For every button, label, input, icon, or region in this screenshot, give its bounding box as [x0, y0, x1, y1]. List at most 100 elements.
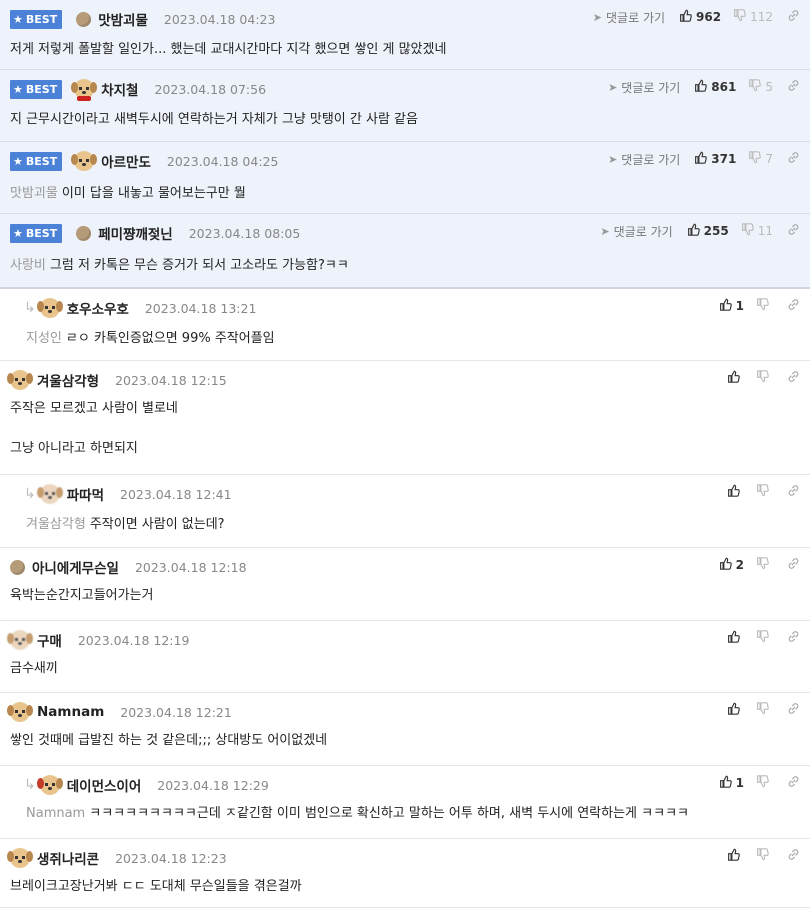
- reply-target[interactable]: 맛밤괴물: [10, 186, 58, 201]
- link-icon[interactable]: [787, 557, 800, 574]
- comment-body: 쌓인 것때메 급발진 하는 것 같은데;;; 상대방도 어이없겠네: [10, 731, 327, 751]
- comment-text: 육박는순간지고들어가는거: [10, 588, 154, 603]
- comment-body: Namnam ㅋㅋㅋㅋㅋㅋㅋㅋㅋ근데 ㅈ같긴함 이미 범인으로 확신하고 말하는 …: [26, 804, 689, 824]
- like-button[interactable]: 861: [694, 79, 736, 96]
- like-button[interactable]: 1: [719, 298, 744, 315]
- like-button[interactable]: 255: [687, 223, 729, 240]
- comment: Namnam 2023.04.18 12:21 쌓인 것때메 급발진 하는 것 같은…: [0, 693, 810, 766]
- dislike-button[interactable]: [756, 556, 773, 574]
- author-name[interactable]: 생쥐나리콘: [37, 848, 99, 868]
- like-button[interactable]: [727, 848, 744, 865]
- comment-header: ★ BEST 맛밤괴물 2023.04.18 04:23: [0, 0, 275, 38]
- like-button[interactable]: [727, 370, 744, 387]
- reply-target[interactable]: 사랑비: [10, 258, 46, 273]
- goto-comment-link[interactable]: ➤ 댓글로 가기: [600, 223, 672, 240]
- goto-comment-link[interactable]: ➤ 댓글로 가기: [593, 9, 665, 26]
- dislike-button[interactable]: [756, 369, 773, 387]
- link-icon[interactable]: [787, 151, 800, 168]
- star-icon: ★: [13, 82, 23, 96]
- avatar[interactable]: [76, 11, 92, 27]
- comment-text: 브레이크고장난거봐 ㄷㄷ 도대체 무슨일들을 겪은걸까: [10, 879, 302, 894]
- comment: 생쥐나리콘 2023.04.18 12:23 브레이크고장난거봐 ㄷㄷ 도대체 무슨…: [0, 839, 810, 908]
- dislike-button[interactable]: 112: [733, 8, 773, 26]
- dislike-button[interactable]: [756, 297, 773, 315]
- avatar[interactable]: [36, 484, 63, 504]
- author-name[interactable]: 파따먹: [67, 484, 104, 504]
- link-icon[interactable]: [787, 630, 800, 647]
- like-button[interactable]: [727, 630, 744, 647]
- link-icon[interactable]: [787, 223, 800, 240]
- thumbs-up-icon: [719, 557, 732, 574]
- comment-body: 지 근무시간이라고 새벽두시에 연락하는거 자체가 그냥 맛탱이 간 사람 같음: [10, 110, 418, 130]
- link-icon[interactable]: [787, 702, 800, 719]
- avatar[interactable]: [10, 559, 25, 575]
- author-name[interactable]: 페미쨩깨젖닌: [98, 223, 173, 243]
- author-name[interactable]: 겨울삼각형: [37, 370, 99, 390]
- author-name[interactable]: 아르만도: [101, 151, 151, 171]
- author-name[interactable]: 아니에게무슨일: [32, 557, 119, 577]
- thumbs-down-icon: [756, 297, 769, 315]
- like-button[interactable]: [727, 484, 744, 501]
- link-icon[interactable]: [787, 848, 800, 865]
- reply-target[interactable]: 겨울삼각형: [26, 517, 86, 532]
- link-icon[interactable]: [787, 775, 800, 792]
- author-name[interactable]: 맛밤괴물: [98, 9, 148, 29]
- link-icon[interactable]: [787, 484, 800, 501]
- comment-text: 저게 저렇게 폴발할 일인가... 했는데 교대시간마다 지각 했으면 쌓인 게…: [10, 42, 447, 57]
- dislike-button[interactable]: [756, 701, 773, 719]
- avatar[interactable]: [76, 225, 92, 241]
- author-name[interactable]: 데이먼스이어: [67, 775, 142, 795]
- thumbs-down-icon: [756, 556, 769, 574]
- avatar[interactable]: [71, 151, 98, 171]
- goto-comment-link[interactable]: ➤ 댓글로 가기: [608, 151, 680, 168]
- link-icon[interactable]: [787, 79, 800, 96]
- comment: 아니에게무슨일 2023.04.18 12:18 2 육박는순간지고들어가는거: [0, 548, 810, 621]
- reply-target[interactable]: 지성인: [26, 331, 62, 346]
- avatar[interactable]: [71, 79, 98, 101]
- like-button[interactable]: 2: [719, 557, 744, 574]
- like-button[interactable]: 962: [679, 9, 721, 26]
- comment-date: 2023.04.18 04:25: [166, 153, 279, 169]
- best-comment: ★ BEST 페미쨩깨젖닌 2023.04.18 08:05 ➤ 댓글로 가기 255 11 사…: [0, 214, 810, 289]
- author-name[interactable]: 호우소우호: [67, 298, 129, 318]
- dislike-button[interactable]: 7: [748, 150, 773, 168]
- best-label: BEST: [25, 12, 58, 26]
- comment-body: 사랑비 그럼 저 카톡은 무슨 증거가 되서 고소라도 가능함?ㅋㅋ: [10, 254, 349, 276]
- avatar[interactable]: [36, 298, 63, 318]
- comment-text: ㄹㅇ 카톡인증없으면 99% 주작어플임: [65, 331, 275, 346]
- like-button[interactable]: 1: [719, 775, 744, 792]
- avatar[interactable]: [7, 702, 33, 722]
- reply-target[interactable]: Namnam: [26, 806, 85, 821]
- avatar[interactable]: [7, 848, 33, 868]
- author-name[interactable]: 구매: [37, 630, 62, 650]
- avatar[interactable]: [7, 370, 33, 390]
- dislike-button[interactable]: [756, 483, 773, 501]
- dislike-button[interactable]: 11: [741, 222, 773, 240]
- avatar[interactable]: [36, 775, 63, 795]
- dislike-button[interactable]: [756, 629, 773, 647]
- comment-actions: ➤ 댓글로 가기 962 112: [593, 0, 800, 34]
- thumbs-down-icon: [756, 847, 769, 865]
- like-button[interactable]: 371: [694, 151, 736, 168]
- comment-text: 이미 답을 내놓고 물어보는구만 뭘: [61, 186, 246, 201]
- thumbs-up-icon: [694, 79, 708, 96]
- dislike-button[interactable]: [756, 774, 773, 792]
- avatar[interactable]: [7, 630, 33, 650]
- dislike-button[interactable]: [756, 847, 773, 865]
- send-icon: ➤: [608, 80, 618, 94]
- link-icon[interactable]: [787, 9, 800, 26]
- link-icon[interactable]: [787, 370, 800, 387]
- comment-header: ★ BEST 차지철 2023.04.18 07:56: [0, 70, 266, 108]
- dislike-count: 112: [750, 10, 773, 24]
- goto-comment-link[interactable]: ➤ 댓글로 가기: [608, 79, 680, 96]
- dislike-button[interactable]: 5: [748, 78, 773, 96]
- like-button[interactable]: [727, 702, 744, 719]
- author-name[interactable]: 차지철: [101, 79, 138, 99]
- comment-header: Namnam 2023.04.18 12:21: [0, 693, 232, 731]
- author-name[interactable]: Namnam: [37, 704, 104, 720]
- comment-actions: 1: [719, 766, 800, 800]
- comment-body: 맛밤괴물 이미 답을 내놓고 물어보는구만 뭘: [10, 182, 246, 204]
- thumbs-down-icon: [741, 222, 754, 240]
- comment-date: 2023.04.18 12:18: [134, 559, 247, 575]
- link-icon[interactable]: [787, 298, 800, 315]
